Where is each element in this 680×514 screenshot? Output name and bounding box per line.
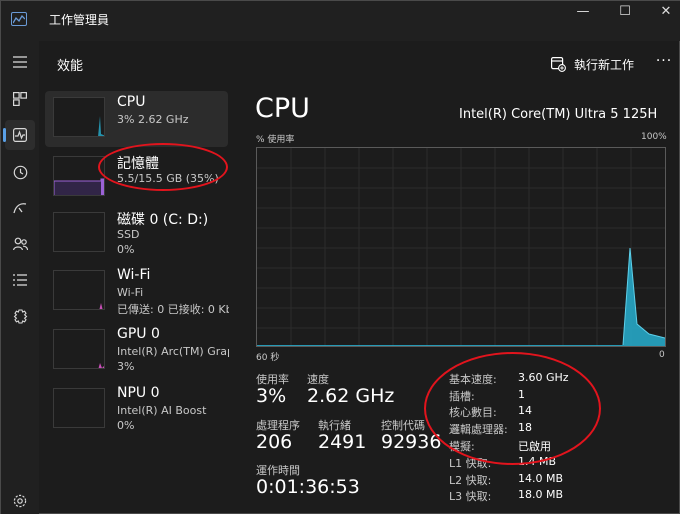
- spec-label: 模擬:: [449, 440, 475, 453]
- spec-label: 插槽:: [449, 390, 475, 403]
- app-title: 工作管理員: [49, 13, 110, 27]
- cpu-usage-graph: [256, 147, 666, 347]
- run-new-task-label: 執行新工作: [574, 57, 635, 72]
- resource-wifi[interactable]: Wi-Fi Wi-Fi 已傳送: 0 已接收: 0 Kbps: [45, 264, 229, 320]
- spec-value: 14: [518, 404, 532, 417]
- details-icon[interactable]: [5, 265, 35, 295]
- uptime-value: 0:01:36:53: [256, 476, 360, 498]
- graph-x-right: 0: [659, 350, 665, 360]
- cpu-model-name: Intel(R) Core(TM) Ultra 5 125H: [459, 107, 658, 122]
- resource-name: NPU 0: [117, 385, 160, 401]
- resource-name: 記憶體: [117, 156, 159, 172]
- graph-y-label: % 使用率: [256, 135, 295, 145]
- spec-label: L2 快取:: [449, 474, 492, 487]
- resource-detail: 5.5/15.5 GB (35%): [117, 172, 219, 185]
- more-options-button[interactable]: ···: [654, 53, 674, 73]
- resource-usage: 0%: [117, 419, 135, 432]
- services-icon[interactable]: [5, 301, 35, 331]
- resource-detail: Wi-Fi: [117, 286, 144, 299]
- handles-value: 92936: [381, 431, 442, 453]
- resource-disk-0[interactable]: 磁碟 0 (C: D:) SSD 0%: [45, 206, 228, 262]
- spec-label: L3 快取:: [449, 490, 492, 503]
- run-new-task-button[interactable]: 執行新工作: [551, 54, 634, 74]
- resource-cpu[interactable]: CPU 3% 2.62 GHz: [45, 91, 228, 147]
- spec-value: 已啟用: [518, 440, 551, 453]
- spec-value: 1: [518, 388, 525, 401]
- npu-sparkline: [53, 388, 105, 428]
- detail-title: CPU: [255, 93, 310, 124]
- task-manager-window: 工作管理員 — ☐ ✕ 效能 執行新工作 ··· CPU 3% 2.62 GHz…: [0, 0, 680, 514]
- threads-value: 2491: [318, 431, 367, 453]
- page-title: 效能: [57, 59, 84, 74]
- resource-detail: Intel(R) AI Boost: [117, 404, 207, 417]
- usage-value: 3%: [256, 385, 287, 407]
- hamburger-icon[interactable]: [5, 47, 35, 77]
- spec-label: 核心數目:: [449, 406, 497, 419]
- memory-sparkline: [53, 156, 105, 196]
- resource-usage: 3%: [117, 360, 135, 373]
- resource-name: CPU: [117, 94, 146, 110]
- graph-x-left: 60 秒: [256, 353, 280, 363]
- gpu-sparkline: [53, 329, 105, 369]
- run-task-icon: [551, 56, 566, 72]
- users-icon[interactable]: [5, 229, 35, 259]
- resource-name: 磁碟 0 (C: D:): [117, 212, 209, 228]
- spec-label: 邏輯處理器:: [449, 423, 508, 436]
- startup-apps-icon[interactable]: [5, 193, 35, 223]
- resource-detail: SSD: [117, 228, 140, 241]
- spec-value: 18.0 MB: [518, 488, 564, 501]
- processes-icon[interactable]: [5, 84, 35, 114]
- minimize-button[interactable]: —: [563, 3, 603, 23]
- disk-sparkline: [53, 212, 105, 252]
- resource-name: GPU 0: [117, 326, 160, 342]
- spec-value: 18: [518, 421, 532, 434]
- graph-y-max: 100%: [641, 132, 667, 142]
- app-history-icon[interactable]: [5, 157, 35, 187]
- resource-name: Wi-Fi: [117, 267, 151, 283]
- resource-gpu-0[interactable]: GPU 0 Intel(R) Arc(TM) Graphics 3%: [45, 323, 229, 379]
- spec-value: 1.4 MB: [518, 455, 557, 468]
- spec-label: 基本速度:: [449, 373, 497, 386]
- navigation-rail: [1, 41, 39, 514]
- spec-value: 14.0 MB: [518, 472, 564, 485]
- close-button[interactable]: ✕: [646, 3, 680, 23]
- cpu-sparkline: [53, 97, 105, 137]
- spec-label: L1 快取:: [449, 457, 492, 470]
- processes-value: 206: [256, 431, 293, 453]
- resource-npu-0[interactable]: NPU 0 Intel(R) AI Boost 0%: [45, 382, 228, 438]
- resource-memory[interactable]: 記憶體 5.5/15.5 GB (35%): [45, 150, 228, 206]
- performance-icon[interactable]: [3, 120, 35, 150]
- spec-value: 3.60 GHz: [518, 371, 569, 384]
- title-bar[interactable]: 工作管理員 — ☐ ✕: [1, 1, 680, 41]
- maximize-button[interactable]: ☐: [605, 3, 645, 23]
- resource-detail: Intel(R) Arc(TM) Graphics: [117, 345, 229, 358]
- task-manager-app-icon: [11, 12, 27, 26]
- resource-usage: 0%: [117, 243, 135, 256]
- resource-detail: 3% 2.62 GHz: [117, 113, 189, 126]
- settings-icon[interactable]: [5, 486, 35, 514]
- resource-usage: 已傳送: 0 已接收: 0 Kbps: [117, 303, 229, 316]
- speed-value: 2.62 GHz: [307, 385, 395, 407]
- wifi-sparkline: [53, 270, 105, 310]
